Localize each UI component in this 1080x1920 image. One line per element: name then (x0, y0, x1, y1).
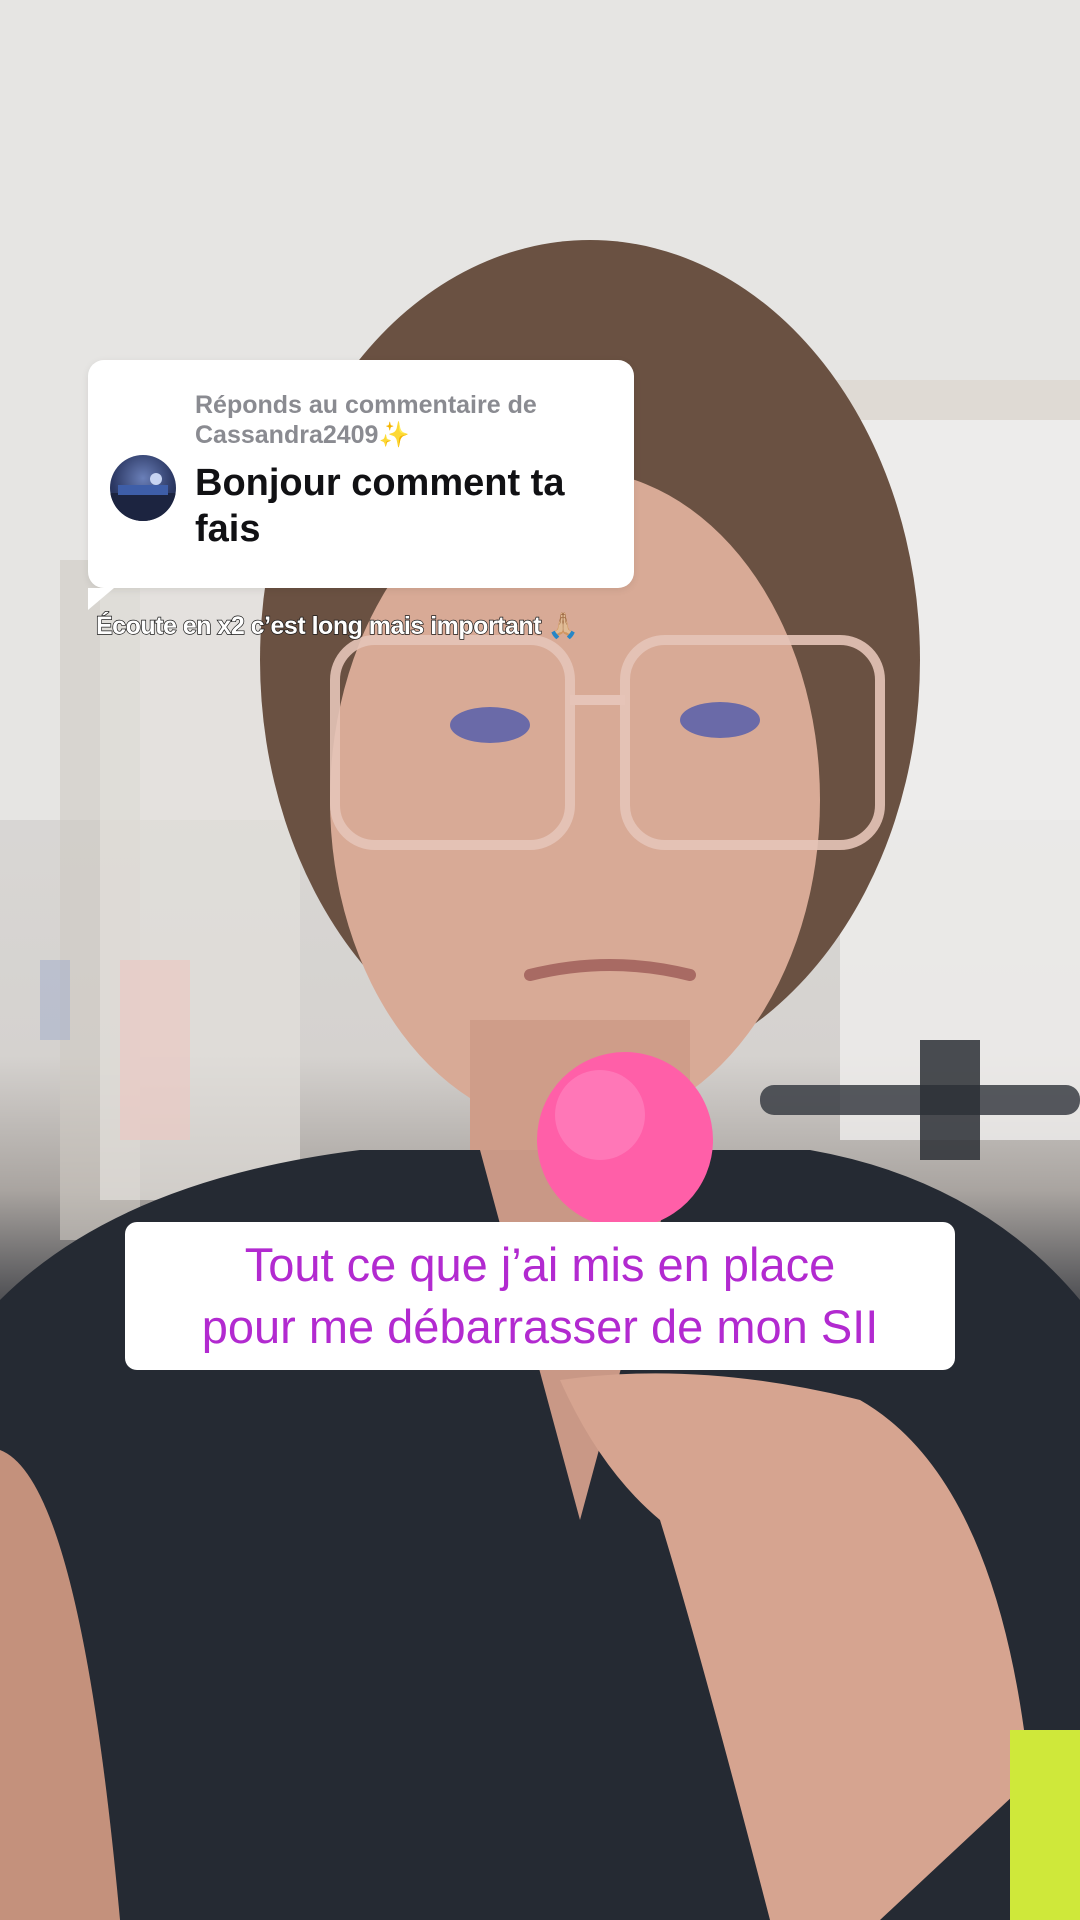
small-caption: Écoute en x2 c’est long mais important 🙏… (95, 611, 579, 641)
commenter-avatar[interactable] (110, 455, 176, 521)
video-scene (0, 0, 1080, 1920)
praying-hands-icon: 🙏🏼 (547, 612, 579, 640)
small-caption-text: Écoute en x2 c’est long mais important (95, 611, 542, 640)
video-screen[interactable]: Réponds au commentaire de Cassandra2409✨… (0, 0, 1080, 1920)
sparkle-icon: ✨ (378, 421, 410, 449)
reply-header: Réponds au commentaire de Cassandra2409✨ (195, 390, 615, 450)
main-caption-line-1: Tout ce que j’ai mis en place (244, 1238, 836, 1291)
reply-header-prefix: Réponds au commentaire de (195, 391, 537, 419)
main-caption-box: Tout ce que j’ai mis en place pour me dé… (125, 1222, 955, 1370)
main-caption-line-2: pour me débarrasser de mon SII (201, 1300, 879, 1353)
user-avatar-icon (110, 473, 176, 521)
comment-text: Bonjour comment ta fais (195, 462, 565, 550)
video-frame (0, 0, 1080, 1920)
commenter-username[interactable]: Cassandra2409 (195, 421, 378, 449)
reply-comment-card[interactable]: Réponds au commentaire de Cassandra2409✨… (88, 360, 634, 610)
